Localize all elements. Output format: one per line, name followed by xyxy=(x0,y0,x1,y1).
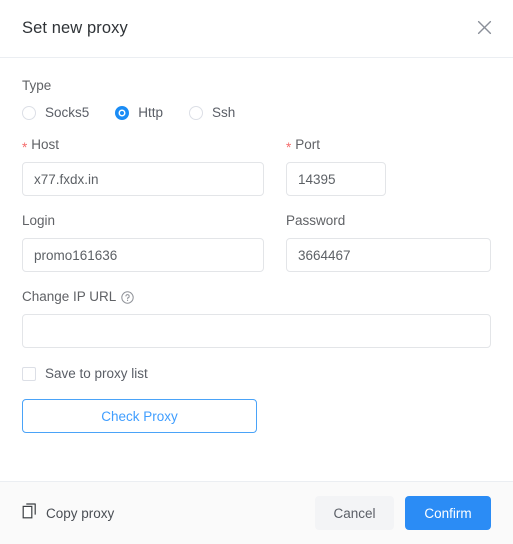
required-marker: * xyxy=(22,139,28,155)
host-label-text: Host xyxy=(31,137,60,152)
port-input[interactable] xyxy=(286,162,386,196)
dialog-body: Type Socks5 Http Ssh * Host x77.fxdx.in … xyxy=(0,58,513,481)
dialog-footer: Copy proxy Cancel Confirm xyxy=(0,481,513,544)
radio-option-socks5[interactable]: Socks5 xyxy=(22,105,89,120)
confirm-button[interactable]: Confirm xyxy=(405,496,491,530)
radio-circle-selected-icon xyxy=(115,105,130,120)
password-field-group: Password xyxy=(286,213,491,272)
type-field-group: Type Socks5 Http Ssh xyxy=(22,78,491,120)
change-ip-url-input[interactable] xyxy=(22,314,491,348)
login-field-group: Login xyxy=(22,213,264,272)
change-ip-url-field-group: Change IP URL xyxy=(22,289,491,348)
host-input[interactable] xyxy=(22,162,264,196)
host-field-group: * Host xyxy=(22,137,264,196)
set-new-proxy-dialog: Set new proxy Type Socks5 Http Ssh * Hos… xyxy=(0,0,513,544)
login-label: Login xyxy=(22,213,56,228)
radio-label-http: Http xyxy=(138,105,164,120)
radio-circle-icon xyxy=(189,105,204,120)
dialog-header: Set new proxy xyxy=(0,0,513,58)
password-label: Password xyxy=(286,213,346,228)
host-label: * Host xyxy=(22,137,264,155)
radio-label-ssh: Ssh xyxy=(212,105,236,120)
column-spacer xyxy=(264,137,286,196)
column-spacer xyxy=(264,213,286,272)
copy-proxy-label: Copy proxy xyxy=(46,505,115,521)
checkbox-icon xyxy=(22,366,36,381)
radio-option-ssh[interactable]: Ssh xyxy=(189,105,235,120)
port-label-text: Port xyxy=(295,137,321,152)
page-title: Set new proxy xyxy=(22,19,128,37)
login-input[interactable] xyxy=(22,238,264,272)
check-proxy-button[interactable]: Check Proxy xyxy=(22,399,257,433)
type-radio-group: Socks5 Http Ssh xyxy=(22,105,491,120)
radio-circle-icon xyxy=(22,105,36,120)
change-ip-url-label: Change IP URL xyxy=(22,289,491,305)
change-ip-url-label-text: Change IP URL xyxy=(22,289,117,304)
host-port-row: * Host * Port xyxy=(22,137,491,196)
radio-label-socks5: Socks5 xyxy=(45,105,90,120)
cancel-button[interactable]: Cancel xyxy=(315,496,394,530)
login-password-row: Login Password xyxy=(22,213,491,272)
copy-proxy-button[interactable]: Copy proxy xyxy=(22,502,115,524)
password-input[interactable] xyxy=(286,238,491,272)
save-to-proxy-list-label: Save to proxy list xyxy=(45,366,148,381)
required-marker: * xyxy=(286,139,292,155)
help-circle-icon[interactable] xyxy=(121,290,135,304)
close-icon[interactable] xyxy=(469,12,499,42)
save-to-proxy-list-checkbox[interactable]: Save to proxy list xyxy=(22,366,491,381)
port-field-group: * Port xyxy=(286,137,491,196)
type-label: Type xyxy=(22,78,52,93)
copy-icon xyxy=(22,502,37,524)
port-label: * Port xyxy=(286,137,491,155)
radio-option-http[interactable]: Http xyxy=(115,105,163,120)
